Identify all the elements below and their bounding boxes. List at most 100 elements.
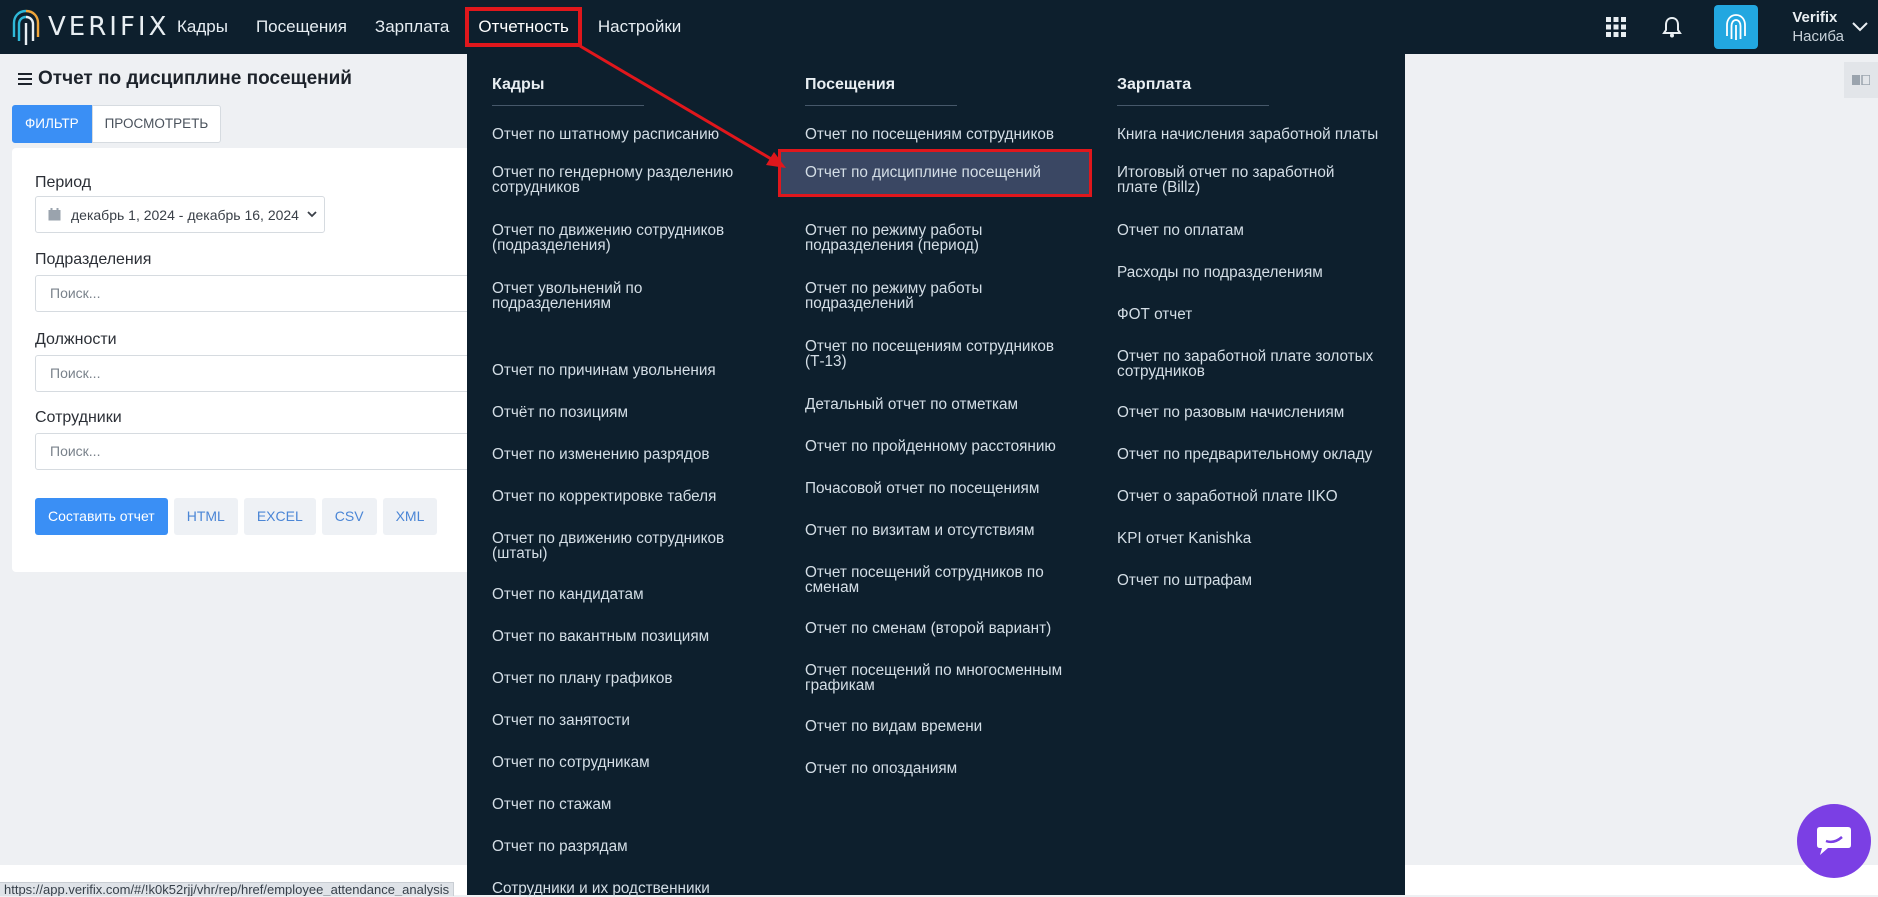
page-bottom-right: [1405, 865, 1878, 895]
nav-item-attendance[interactable]: Посещения: [247, 11, 356, 43]
report-link-label: Отчет по сотрудникам: [492, 754, 650, 771]
export-html-button[interactable]: HTML: [173, 498, 238, 535]
positions-search-input[interactable]: [35, 355, 475, 392]
report-link-salary[interactable]: Отчет по оплатам: [1117, 223, 1417, 238]
chevron-down-icon: [307, 211, 317, 218]
tab-view[interactable]: ПРОСМОТРЕТЬ: [91, 105, 222, 143]
chevron-down-icon[interactable]: [1852, 22, 1868, 32]
report-link-label: Отчет по причинам увольнения: [492, 362, 716, 379]
export-csv-button[interactable]: CSV: [321, 498, 377, 535]
user-info[interactable]: Verifix Насиба: [1792, 8, 1844, 46]
report-link-label: Почасовой отчет по посещениям: [805, 480, 1040, 497]
column-heading-salary: Зарплата: [1117, 76, 1192, 93]
positions-label: Должности: [35, 331, 117, 348]
report-link-salary[interactable]: KPI отчет Kanishka: [1117, 531, 1417, 546]
report-link-cadres[interactable]: Отчет по сотрудникам: [492, 755, 792, 770]
report-link-cadres[interactable]: Отчёт по позициям: [492, 405, 792, 420]
report-link-label: Расходы по подразделениям: [1117, 264, 1323, 281]
top-navbar: VERIFIX Кадры Посещения Зарплата Отчетно…: [0, 0, 1878, 54]
report-link-cadres[interactable]: Отчет по кандидатам: [492, 587, 792, 602]
report-link-cadres[interactable]: Отчет по вакантным позициям: [492, 629, 792, 644]
report-link-label: сотрудников: [1117, 363, 1205, 380]
report-link-label: Отчет по движению сотрудников: [492, 530, 725, 547]
report-link-attendance[interactable]: Отчет по визитам и отсутствиям: [805, 523, 1105, 538]
report-link-attendance[interactable]: Отчет по режиму работы подразделений: [805, 281, 1105, 311]
chat-button[interactable]: [1797, 804, 1871, 878]
report-link-cadres[interactable]: Отчет по движению сотрудников (штаты): [492, 531, 792, 561]
report-link-attendance[interactable]: Отчет посещений по многосменным графикам: [805, 663, 1105, 693]
avatar[interactable]: [1714, 5, 1759, 49]
report-link-cadres[interactable]: Отчет по причинам увольнения: [492, 363, 792, 378]
report-link-salary[interactable]: Отчет по штрафам: [1117, 573, 1417, 588]
report-link-attendance[interactable]: Отчет по посещениям сотрудников: [805, 127, 1105, 142]
export-xml-button[interactable]: XML: [382, 498, 438, 535]
apps-grid-button[interactable]: [1602, 13, 1630, 41]
apps-grid-icon: [1606, 17, 1627, 37]
report-link-cadres[interactable]: Отчет по корректировке табеля: [492, 489, 792, 504]
report-link-label: (Т-13): [805, 353, 847, 370]
report-link-cadres[interactable]: Отчет по разрядам: [492, 839, 792, 854]
employees-search-input[interactable]: [35, 433, 475, 470]
report-link-cadres[interactable]: Сотрудники и их родственники: [492, 881, 792, 896]
report-link-cadres[interactable]: Отчет по изменению разрядов: [492, 447, 792, 462]
report-link-label: Отчет по занятости: [492, 712, 630, 729]
page-title-text: Отчет по дисциплине посещений: [38, 68, 352, 89]
nav-item-reports[interactable]: Отчетность: [465, 7, 582, 47]
report-link-salary[interactable]: Отчет по заработной плате золотых сотрудн…: [1117, 349, 1417, 379]
report-link-salary[interactable]: Отчет по разовым начислениям: [1117, 405, 1417, 420]
build-report-button[interactable]: Составить отчет: [35, 498, 168, 535]
export-excel-button[interactable]: EXCEL: [243, 498, 316, 535]
tab-filter[interactable]: ФИЛЬТР: [12, 105, 92, 143]
report-link-salary[interactable]: Отчет по предварительному окладу: [1117, 447, 1417, 462]
report-link-salary[interactable]: Отчет о заработной плате IIKO: [1117, 489, 1417, 504]
hamburger-icon[interactable]: [18, 73, 32, 85]
brand-name: VERIFIX: [48, 12, 170, 42]
translate-icon: [1852, 75, 1870, 85]
report-link-attendance[interactable]: Почасовой отчет по посещениям: [805, 481, 1105, 496]
report-link-cadres[interactable]: Отчет по штатному расписанию: [492, 127, 792, 142]
report-link-label: (подразделения): [492, 237, 611, 254]
report-link-salary[interactable]: Книга начисления заработной платы: [1117, 127, 1417, 142]
report-link-cadres[interactable]: Отчет по стажам: [492, 797, 792, 812]
report-link-attendance[interactable]: Детальный отчет по отметкам: [805, 397, 1105, 412]
report-link-attendance[interactable]: Отчет по опозданиям: [805, 761, 1105, 776]
report-link-label: KPI отчет Kanishka: [1117, 530, 1252, 547]
report-link-label: Отчет по режиму работы: [805, 222, 983, 239]
brand-logo[interactable]: VERIFIX: [10, 6, 169, 48]
report-link-label: Отчет по плану графиков: [492, 670, 673, 687]
report-link-attendance[interactable]: Отчет по сменам (второй вариант): [805, 621, 1105, 636]
period-select[interactable]: декабрь 1, 2024 - декабрь 16, 2024: [35, 196, 325, 233]
report-link-attendance[interactable]: Отчет по дисциплине посещений: [778, 149, 1092, 197]
report-link-label: Отчет по дисциплине посещений: [805, 164, 1041, 181]
report-link-cadres[interactable]: Отчет по плану графиков: [492, 671, 792, 686]
report-link-label: плате (Billz): [1117, 179, 1201, 196]
nav-item-settings[interactable]: Настройки: [589, 11, 690, 43]
report-link-attendance[interactable]: Отчет по посещениям сотрудников (Т-13): [805, 339, 1105, 369]
report-link-label: Итоговый отчет по заработной: [1117, 164, 1335, 181]
divisions-search-input[interactable]: [35, 275, 475, 312]
report-link-attendance[interactable]: Отчет по видам времени: [805, 719, 1105, 734]
report-link-cadres[interactable]: Отчет по занятости: [492, 713, 792, 728]
nav-item-salary[interactable]: Зарплата: [366, 11, 458, 43]
report-link-cadres[interactable]: Отчет увольнений по подразделениям: [492, 281, 792, 311]
notifications-button[interactable]: [1658, 13, 1686, 41]
report-link-label: Отчет по пройденному расстоянию: [805, 438, 1056, 455]
report-link-cadres[interactable]: Отчет по гендерному разделению сотруднико…: [492, 165, 792, 195]
report-link-attendance[interactable]: Отчет по пройденному расстоянию: [805, 439, 1105, 454]
report-link-label: сотрудников: [492, 179, 580, 196]
report-link-salary[interactable]: Итоговый отчет по заработной плате (Billz…: [1117, 165, 1417, 195]
report-link-cadres[interactable]: Отчет по движению сотрудников (подразделе…: [492, 223, 792, 253]
report-link-label: Отчет по сменам (второй вариант): [805, 620, 1052, 637]
report-link-salary[interactable]: ФОТ отчет: [1117, 307, 1417, 322]
report-link-label: Отчет по разрядам: [492, 838, 628, 855]
report-link-salary[interactable]: Расходы по подразделениям: [1117, 265, 1417, 280]
report-link-attendance[interactable]: Отчет посещений сотрудников по сменам: [805, 565, 1105, 595]
report-actions: Составить отчет HTML EXCEL CSV XML: [35, 498, 438, 535]
report-link-label: Отчет по предварительному окладу: [1117, 446, 1373, 463]
report-link-label: Детальный отчет по отметкам: [805, 396, 1019, 413]
report-link-label: сменам: [805, 579, 860, 596]
main-nav: Кадры Посещения Зарплата Отчетность Наст…: [168, 0, 700, 54]
translate-button[interactable]: [1844, 62, 1878, 98]
nav-item-cadres[interactable]: Кадры: [168, 11, 237, 43]
report-link-attendance[interactable]: Отчет по режиму работы подразделения (пер…: [805, 223, 1105, 253]
